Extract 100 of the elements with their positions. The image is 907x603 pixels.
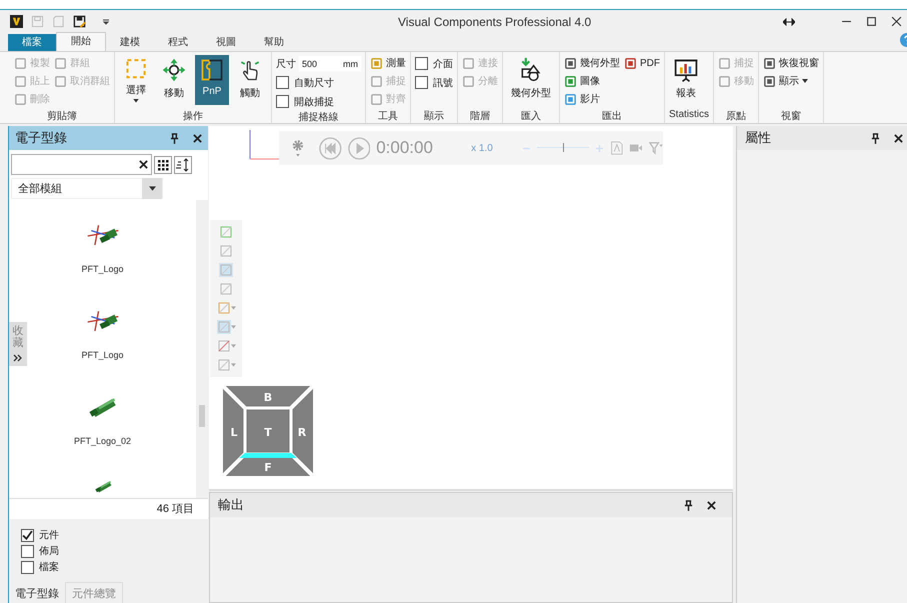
ribbon-button[interactable]: 測量 <box>370 55 406 71</box>
group-label: 階層 <box>469 110 491 123</box>
group-label: 工具 <box>377 110 399 123</box>
square-icon <box>219 225 233 239</box>
ribbon-button[interactable]: 移動 <box>157 55 191 105</box>
square-icon <box>370 92 383 106</box>
catalog-item[interactable]: PFT_Logo_02 <box>74 390 132 456</box>
square-icon <box>462 56 475 70</box>
close-icon[interactable] <box>707 500 716 510</box>
checkbox-label: 檔案 <box>39 560 59 574</box>
ribbon-button[interactable]: 顯示 <box>763 73 820 89</box>
caret-icon <box>230 344 236 348</box>
group-label: 顯示 <box>423 110 445 123</box>
group-label: 剪貼簿 <box>46 110 78 123</box>
square-icon <box>718 56 732 70</box>
axis-indicator-icon <box>249 130 279 160</box>
square-icon <box>564 56 577 70</box>
square-icon <box>54 74 67 88</box>
window-title: Visual Components Professional 4.0 <box>397 14 592 28</box>
resize-icon[interactable] <box>783 18 795 26</box>
pin-icon[interactable] <box>684 500 693 510</box>
search-field[interactable] <box>11 154 152 175</box>
square-icon <box>14 92 27 106</box>
maximize-icon[interactable] <box>866 16 877 27</box>
pin-icon[interactable] <box>170 132 179 144</box>
time-display: 0:00:00 <box>376 138 434 158</box>
ribbon-tab[interactable]: 建模 <box>106 34 154 51</box>
ribbon-button[interactable]: PDF <box>624 55 660 71</box>
checkbox[interactable] <box>21 544 34 558</box>
checkbox[interactable] <box>276 95 289 108</box>
3d-viewport[interactable]: 0:00:00 x 1.0 B L T R F <box>209 126 733 491</box>
square-icon <box>718 74 732 88</box>
caret-icon <box>230 306 236 310</box>
sort-icon[interactable] <box>174 156 192 174</box>
speed-label: x 1.0 <box>471 142 494 154</box>
ribbon-button[interactable]: 幾何外型 <box>507 55 555 105</box>
caret-icon <box>230 363 236 367</box>
report-icon <box>673 57 699 83</box>
ribbon-button[interactable]: 幾何外型 <box>564 55 620 71</box>
close-icon[interactable] <box>193 134 202 142</box>
grid-size-field[interactable]: 500 mm <box>299 56 361 71</box>
pnp-icon <box>199 57 225 83</box>
square-icon <box>564 74 577 88</box>
panel-title: 屬性 <box>745 129 772 147</box>
group-label: 匯出 <box>601 110 623 123</box>
ribbon-button[interactable]: 影片 <box>564 91 620 107</box>
square-icon <box>624 56 637 70</box>
ribbon-button[interactable]: 選擇 <box>119 55 153 105</box>
ribbon-tab[interactable]: 幫助 <box>250 34 298 51</box>
scrollbar-thumb[interactable] <box>199 405 205 427</box>
ribbon-button[interactable]: 報表 <box>669 55 703 105</box>
square-icon <box>216 301 230 315</box>
checkbox-label: 佈局 <box>39 545 59 558</box>
ribbon-tab[interactable]: 檔案 <box>8 34 56 51</box>
square-icon <box>54 56 67 70</box>
settings-icon[interactable] <box>291 138 305 158</box>
checkbox-label: 訊號 <box>433 76 453 90</box>
scrollbar[interactable] <box>196 200 208 498</box>
square-icon <box>219 282 233 296</box>
ribbon-button[interactable]: 觸動 <box>233 55 267 105</box>
category-dropdown[interactable]: 全部模組 <box>11 178 163 199</box>
expand-icon[interactable] <box>13 353 23 364</box>
close-icon[interactable] <box>891 16 902 27</box>
customize-icon[interactable] <box>102 18 110 26</box>
grid-view-icon[interactable] <box>154 156 172 174</box>
move-icon <box>161 57 187 83</box>
checkbox[interactable] <box>415 57 428 70</box>
square-icon <box>14 74 27 88</box>
ribbon-button[interactable]: 恢復視窗 <box>763 55 820 71</box>
ribbon-tab[interactable]: 視圖 <box>202 34 250 51</box>
checkbox[interactable] <box>276 76 289 89</box>
group-label: 捕捉格線 <box>298 110 340 124</box>
playback-slider[interactable] <box>537 143 589 153</box>
square-icon <box>763 56 776 70</box>
ribbon-button[interactable]: PnP <box>195 55 229 105</box>
checkbox[interactable] <box>21 560 34 574</box>
square-icon <box>763 74 776 88</box>
view-cube[interactable]: B L T R F <box>223 386 313 476</box>
catalog-item[interactable]: PFT_Logo <box>80 304 126 370</box>
group-label: 匯入 <box>520 110 542 123</box>
square-icon <box>219 263 233 277</box>
catalog-item[interactable]: PFT_Logo <box>80 218 126 284</box>
square-icon <box>216 320 230 334</box>
square-icon <box>462 74 475 88</box>
close-icon[interactable] <box>894 134 903 142</box>
clear-icon[interactable] <box>139 160 148 169</box>
caret-icon <box>148 186 156 191</box>
ribbon-tab[interactable]: 程式 <box>154 34 202 51</box>
ribbon-button[interactable]: 圖像 <box>564 73 620 89</box>
checkbox[interactable] <box>415 76 428 89</box>
ribbon-tab[interactable]: 開始 <box>56 32 106 51</box>
app-logo-icon <box>10 15 23 28</box>
pin-icon[interactable] <box>871 132 880 144</box>
group-label: 操作 <box>182 110 204 123</box>
save-as-icon[interactable] <box>73 15 86 28</box>
checkbox[interactable] <box>21 528 34 542</box>
checkbox-label: 介面 <box>433 58 453 70</box>
group-label: Statistics <box>669 109 710 122</box>
caret-icon <box>230 325 236 329</box>
square-icon <box>370 74 383 88</box>
